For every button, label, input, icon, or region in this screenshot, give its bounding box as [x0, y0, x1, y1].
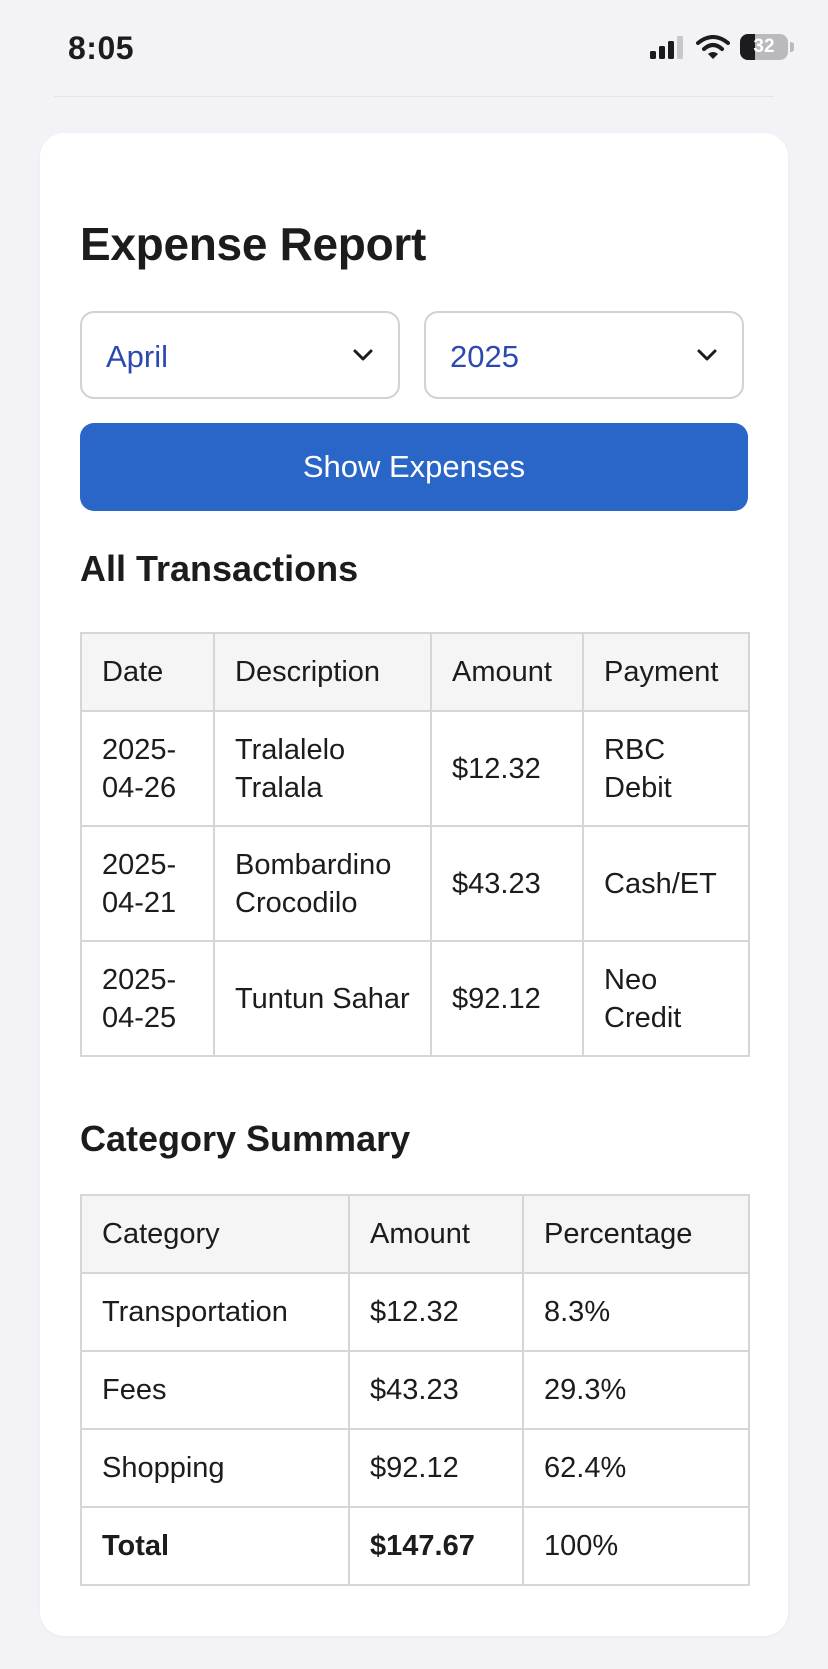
category-cell: Transportation [80, 1272, 350, 1352]
table-header-row: Date Description Amount Payment [80, 632, 750, 712]
column-header-date: Date [80, 632, 215, 712]
category-cell: Fees [80, 1350, 350, 1430]
summary-title: Category Summary [80, 1118, 411, 1159]
battery-icon: 32 [740, 34, 788, 60]
column-header-amount: Amount [348, 1194, 524, 1274]
wifi-icon [696, 34, 730, 59]
table-row: Fees $43.23 29.3% [80, 1350, 750, 1430]
category-cell: Shopping [80, 1428, 350, 1508]
amount-cell: $43.23 [430, 825, 584, 942]
category-summary-table: Category Amount Percentage Transportatio… [80, 1194, 750, 1586]
column-header-description: Description [213, 632, 432, 712]
transactions-table: Date Description Amount Payment 2025-04-… [80, 632, 750, 1057]
table-row: 2025-04-25 Tuntun Sahar $92.12 Neo Credi… [80, 940, 750, 1057]
date-cell: 2025-04-25 [80, 940, 215, 1057]
transactions-title: All Transactions [80, 548, 359, 589]
total-percentage: 100% [522, 1506, 750, 1586]
year-select-value: 2025 [450, 339, 519, 374]
amount-cell: $12.32 [430, 710, 584, 827]
payment-cell: RBC Debit [582, 710, 750, 827]
description-cell: Tuntun Sahar [213, 940, 432, 1057]
show-expenses-button[interactable]: Show Expenses [80, 423, 748, 511]
column-header-payment: Payment [582, 632, 750, 712]
table-header-row: Category Amount Percentage [80, 1194, 750, 1274]
description-cell: Tralalelo Tralala [213, 710, 432, 827]
table-row: 2025-04-26 Tralalelo Tralala $12.32 RBC … [80, 710, 750, 827]
total-amount: $147.67 [348, 1506, 524, 1586]
description-cell: Bombardino Crocodilo [213, 825, 432, 942]
header-divider [54, 96, 774, 97]
amount-cell: $92.12 [430, 940, 584, 1057]
percentage-cell: 29.3% [522, 1350, 750, 1430]
chevron-down-icon [697, 349, 717, 361]
status-icons: 32 [650, 34, 794, 60]
percentage-cell: 62.4% [522, 1428, 750, 1508]
column-header-amount: Amount [430, 632, 584, 712]
signal-icon [650, 36, 683, 59]
table-row: Transportation $12.32 8.3% [80, 1272, 750, 1352]
year-select[interactable]: 2025 [424, 311, 744, 399]
payment-cell: Neo Credit [582, 940, 750, 1057]
column-header-percentage: Percentage [522, 1194, 750, 1274]
column-header-category: Category [80, 1194, 350, 1274]
amount-cell: $12.32 [348, 1272, 524, 1352]
page-title: Expense Report [80, 218, 427, 270]
payment-cell: Cash/ET [582, 825, 750, 942]
percentage-cell: 8.3% [522, 1272, 750, 1352]
table-row: Shopping $92.12 62.4% [80, 1428, 750, 1508]
chevron-down-icon [353, 349, 373, 361]
date-cell: 2025-04-21 [80, 825, 215, 942]
battery-tip [790, 42, 794, 52]
date-cell: 2025-04-26 [80, 710, 215, 827]
status-bar: 8:05 32 [0, 0, 828, 96]
status-time: 8:05 [68, 30, 135, 66]
month-select[interactable]: April [80, 311, 400, 399]
amount-cell: $92.12 [348, 1428, 524, 1508]
total-row: Total $147.67 100% [80, 1506, 750, 1586]
report-card: Expense Report April 2025 Show Expenses … [40, 133, 788, 1636]
amount-cell: $43.23 [348, 1350, 524, 1430]
total-label: Total [80, 1506, 350, 1586]
month-select-value: April [106, 339, 169, 374]
battery-level: 32 [753, 36, 775, 57]
table-row: 2025-04-21 Bombardino Crocodilo $43.23 C… [80, 825, 750, 942]
